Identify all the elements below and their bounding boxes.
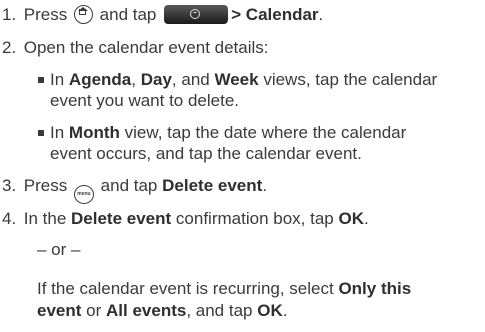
bullet-1-cont: event you want to delete. — [50, 91, 240, 110]
menu-icon: menu — [73, 185, 94, 204]
instructions-document: 1. Press and tap > Calendar. 2. Open the… — [0, 0, 485, 332]
step-3: 3. Press menu and tap Delete event. — [2, 176, 267, 204]
bullet-2: In Month view, tap the date where the ca… — [38, 123, 406, 143]
step-2: 2. Open the calendar event details: — [2, 38, 269, 57]
step-4: 4. In the Delete event confirmation box,… — [2, 209, 369, 228]
home-icon — [73, 5, 93, 24]
bullet-mark — [38, 129, 44, 136]
recurring-line-1: If the calendar event is recurring, sele… — [37, 279, 412, 298]
bullet-mark — [38, 76, 44, 83]
bullet-2-cont: event occurs, and tap the calendar event… — [50, 144, 362, 163]
step-1: 1. Press and tap > Calendar. — [2, 5, 324, 24]
recurring-line-2: event or All events, and tap OK. — [37, 301, 288, 320]
or-separator: – or – — [37, 240, 81, 259]
all-apps-tab-icon — [164, 5, 229, 24]
bullet-1: In Agenda, Day, and Week views, tap the … — [38, 70, 437, 90]
